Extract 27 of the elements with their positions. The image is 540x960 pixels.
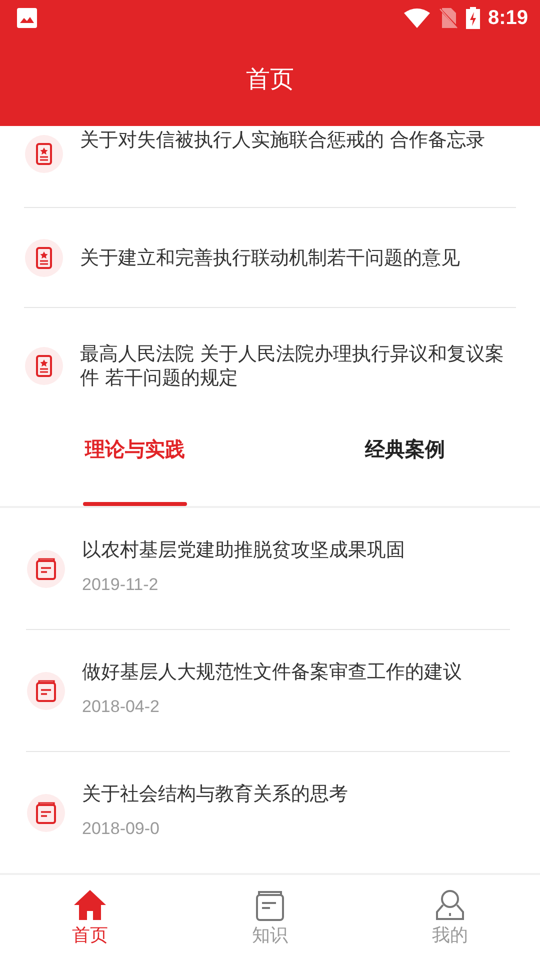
wifi-icon (404, 8, 430, 28)
page-title: 首页 (246, 64, 294, 95)
status-time: 8:19 (488, 6, 528, 30)
tab[interactable]: 理论与实践 (83, 424, 187, 506)
article-title[interactable]: 以农村基层党建助推脱贫攻坚成果巩固 (82, 536, 405, 562)
article-date: 2018-04-2 (82, 696, 161, 716)
nav-tab[interactable]: 首页 (0, 875, 180, 960)
article-date: 2018-09-0 (82, 818, 161, 838)
document-title[interactable]: 关于建立和完善执行联动机制若干问题的意见 (80, 246, 460, 270)
home-icon (73, 888, 107, 920)
book-icon (255, 888, 285, 920)
article-title[interactable]: 关于社会结构与教育关系的思考 (82, 780, 348, 806)
document-icon (26, 548, 66, 588)
document-icon (26, 792, 66, 832)
article-date: 2019-11-2 (82, 574, 160, 594)
article-title[interactable]: 做好基层人大规范性文件备案审查工作的建议 (82, 658, 462, 684)
certificate-icon (24, 134, 64, 174)
document-title[interactable]: 关于对失信被执行人实施联合惩戒的 合作备忘录 (80, 128, 486, 152)
certificate-icon (24, 238, 64, 278)
document-icon (26, 670, 66, 710)
battery-icon (466, 7, 480, 29)
user-icon (435, 888, 465, 920)
no-sim-icon (438, 7, 458, 29)
image-icon (17, 8, 37, 28)
tab[interactable]: 经典案例 (363, 424, 447, 506)
document-title[interactable]: 最高人民法院 关于人民法院办理执行异议和复议案件 若干问题的规定 (80, 342, 516, 390)
certificate-icon (24, 346, 64, 386)
